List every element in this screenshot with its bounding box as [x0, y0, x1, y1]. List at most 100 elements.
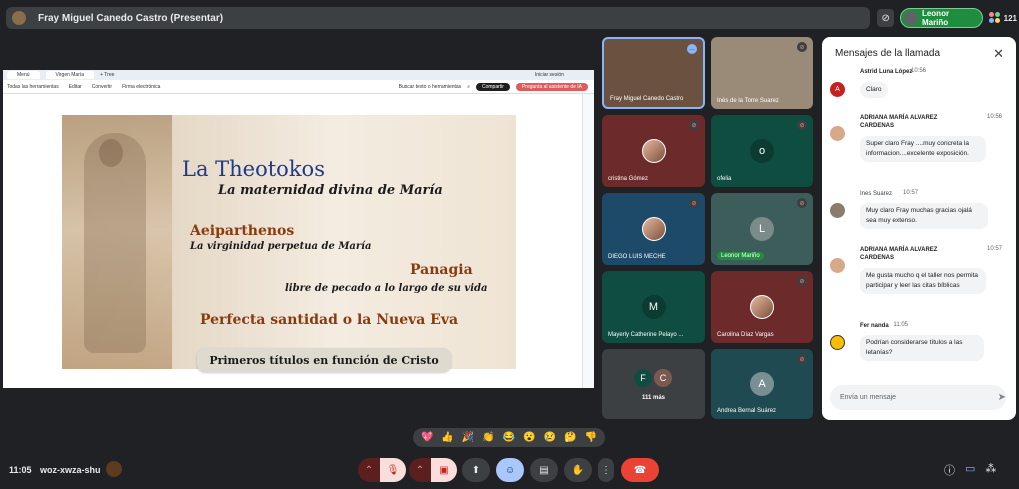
- participant-count: 121: [1003, 13, 1017, 23]
- slide-item-sub: La virginidad perpetua de María: [190, 241, 372, 252]
- more-options-icon[interactable]: ⋮: [598, 458, 614, 482]
- people-icon: [988, 12, 1001, 24]
- new-tab[interactable]: + Tree: [100, 72, 114, 78]
- participant-tile[interactable]: o ofelia ⊘: [711, 115, 813, 187]
- toolbar-item[interactable]: Firma electrónica: [122, 84, 160, 90]
- participant-tile[interactable]: L Leonor Mariño ⊘: [711, 193, 813, 265]
- participant-name: Mayerly Catherine Pelayo ...: [608, 332, 684, 338]
- participant-tile[interactable]: M Mayerly Catherine Pelayo ...: [602, 271, 705, 343]
- chat-sender: ADRIANA MARÍA ALVAREZ CARDENAS: [860, 247, 938, 261]
- mic-off-icon: ⊘: [689, 198, 699, 208]
- chat-icon[interactable]: ▭: [965, 462, 975, 478]
- avatar: [830, 126, 845, 141]
- avatar: [750, 295, 774, 319]
- camera-options-button[interactable]: ⌃: [409, 458, 431, 482]
- present-screen-icon[interactable]: ⬆: [462, 458, 490, 482]
- chat-time: 10:56: [986, 114, 1002, 120]
- avatar: C: [654, 369, 672, 387]
- mic-options-button[interactable]: ⌃: [358, 458, 380, 482]
- camera-off-icon[interactable]: ▣: [431, 458, 457, 482]
- camera-off-icon[interactable]: ⊘: [877, 9, 895, 27]
- reaction-thumbs-up-icon[interactable]: 👍: [441, 432, 453, 443]
- reaction-heart-icon[interactable]: 💖: [421, 432, 433, 443]
- participant-tile[interactable]: cristina Gómez ⊘: [602, 115, 705, 187]
- reaction-thumbs-down-icon[interactable]: 👎: [584, 432, 596, 443]
- chat-time: 10:57: [986, 246, 1002, 252]
- chat-sender: Fer nanda: [860, 323, 889, 329]
- mic-off-icon[interactable]: 🎙: [380, 458, 406, 482]
- participant-name: Carolina Díaz Vargas: [717, 332, 774, 338]
- participant-tile[interactable]: DIEGO LUIS MECHE ⊘: [602, 193, 705, 265]
- close-icon[interactable]: ✕: [993, 46, 1004, 62]
- slide-item-sub: libre de pecado a lo largo de su vida: [285, 283, 488, 294]
- participant-tile[interactable]: A Andrea Bernal Suárez ⊘: [711, 349, 813, 419]
- avatar: A: [830, 82, 845, 97]
- reaction-clap-icon[interactable]: 👏: [482, 432, 494, 443]
- avatar: L: [750, 217, 774, 241]
- chat-message-input[interactable]: Envía un mensaje: [830, 385, 1006, 410]
- search-icon[interactable]: ⌕: [467, 84, 470, 90]
- avatar: [641, 217, 666, 241]
- clock: 11:05: [9, 465, 32, 475]
- captions-icon[interactable]: ▤: [530, 458, 558, 482]
- ai-assistant-button[interactable]: Pregunta al asistente de IA: [515, 82, 588, 91]
- toolbar-item[interactable]: Editar: [69, 84, 82, 90]
- right-controls: ⓘ ▭ ⁂: [944, 462, 996, 478]
- presenter-banner[interactable]: Fray Miguel Canedo Castro (Presentar): [6, 7, 870, 29]
- slide-subtitle: La maternidad divina de María: [218, 183, 443, 198]
- participants-button[interactable]: 121: [988, 12, 1017, 24]
- chat-bubble: Super claro Fray ....muy concreta la inf…: [860, 136, 986, 162]
- chat-sender: ADRIANA MARÍA ALVAREZ CARDENAS: [860, 115, 938, 129]
- mic-off-icon: ⊘: [797, 354, 807, 364]
- end-call-icon[interactable]: ☎: [621, 458, 659, 482]
- activities-icon[interactable]: ⁂: [985, 462, 996, 478]
- participant-name: 111 más: [641, 395, 666, 401]
- avatar: M: [641, 295, 666, 319]
- presenter-avatar: [12, 11, 26, 25]
- reaction-surprised-icon[interactable]: 😮: [523, 432, 535, 443]
- participant-name: Leonor Mariño: [717, 252, 764, 260]
- reaction-laugh-icon[interactable]: 😂: [503, 432, 515, 443]
- chat-sender: Ines Suarez: [860, 191, 893, 197]
- chat-bubble: Claro: [860, 82, 888, 98]
- chat-sender: Astrid Luna López: [860, 69, 913, 75]
- browser-tab[interactable]: Menú: [7, 71, 40, 79]
- emoji-icon[interactable]: ☺: [496, 458, 524, 482]
- chat-time: 11:05: [893, 322, 908, 328]
- share-doc-button[interactable]: Compartir: [476, 82, 510, 91]
- meeting-code: woz-xwza-shu: [40, 465, 101, 475]
- chat-bubble: Podrían considerarse títulos a las letan…: [860, 335, 984, 361]
- chat-panel: Mensajes de la llamada ✕ Astrid Luna Lóp…: [822, 37, 1016, 420]
- participant-tile[interactable]: F C 111 más: [602, 349, 705, 419]
- raise-hand-icon[interactable]: ✋: [564, 458, 592, 482]
- pdf-side-toolbar[interactable]: [582, 94, 594, 388]
- participant-tile[interactable]: Carolina Díaz Vargas ⊘: [711, 271, 813, 343]
- info-icon[interactable]: ⓘ: [944, 462, 955, 478]
- avatar: [830, 258, 845, 273]
- toolbar-item[interactable]: Convertir: [92, 84, 112, 90]
- participant-name: cristina Gómez: [608, 176, 649, 182]
- toolbar-item[interactable]: Todas las herramientas: [7, 84, 59, 90]
- participant-name: ofelia: [717, 176, 732, 182]
- browser-tab[interactable]: Virgen María: [45, 71, 95, 79]
- reaction-sad-icon[interactable]: 😢: [544, 432, 556, 443]
- self-view-chip[interactable]: Leonor Mariño: [900, 8, 983, 28]
- slide-item-title: Perfecta santidad o la Nueva Eva: [200, 312, 459, 328]
- search-tools[interactable]: Buscar texto o herramientas: [399, 84, 462, 90]
- self-avatar: [904, 11, 918, 25]
- self-name: Leonor Mariño: [921, 9, 950, 27]
- reaction-thinking-icon[interactable]: 🤔: [564, 432, 576, 443]
- top-right-controls: ⊘ Leonor Mariño 121: [877, 7, 1017, 29]
- more-icon[interactable]: …: [687, 44, 697, 54]
- mic-off-icon: ⊘: [797, 120, 807, 130]
- reaction-party-icon[interactable]: 🎉: [462, 432, 474, 443]
- avatar: A: [750, 372, 774, 396]
- mic-off-icon: ⊘: [797, 198, 807, 208]
- sign-in[interactable]: Iniciar sesión: [535, 72, 594, 78]
- participant-tile[interactable]: Inés de la Torre Suarez ⊘: [711, 37, 813, 109]
- participant-tile[interactable]: Fray Miguel Canedo Castro…: [602, 37, 705, 109]
- slide: La Theotokos La maternidad divina de Mar…: [62, 115, 516, 372]
- send-icon[interactable]: ➤: [998, 392, 1006, 403]
- avatar: F: [634, 369, 652, 387]
- document-area: La Theotokos La maternidad divina de Mar…: [3, 94, 594, 388]
